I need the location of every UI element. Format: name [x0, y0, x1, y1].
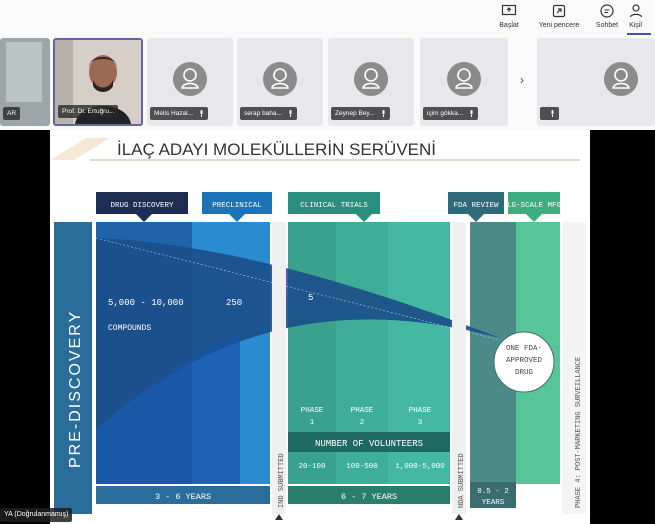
participant-name	[540, 107, 559, 120]
volunteers-label: NUMBER OF VOLUNTEERS	[315, 439, 423, 449]
next-participants-button[interactable]: ›	[512, 36, 532, 124]
new-window-button[interactable]: Yeni pencere	[534, 2, 584, 34]
new-window-label: Yeni pencere	[538, 22, 580, 29]
years-2-label: 6 - 7 YEARS	[341, 492, 397, 502]
person-icon	[362, 68, 380, 89]
video-background	[6, 42, 42, 102]
mic-muted-icon	[200, 109, 203, 117]
participant-tile[interactable]: AR	[0, 38, 50, 126]
participant-name: Zeynep Bey...	[331, 107, 390, 120]
volunteers-phase1: 20-100	[298, 463, 326, 471]
years-3-line-2: YEARS	[482, 499, 505, 507]
compounds-label: COMPOUNDS	[108, 324, 151, 333]
shared-screen: İLAÇ ADAYI MOLEKÜLLERİN SERÜVENİ PRE-DIS…	[0, 130, 655, 524]
drug-pipeline-infographic: İLAÇ ADAYI MOLEKÜLLERİN SERÜVENİ PRE-DIS…	[50, 130, 590, 524]
mic-muted-icon	[470, 109, 473, 117]
person-icon	[612, 68, 630, 89]
mic-muted-icon	[382, 109, 385, 117]
avatar	[447, 62, 481, 96]
approved-line-2: APPROVED	[506, 357, 543, 365]
presentation-slide: İLAÇ ADAYI MOLEKÜLLERİN SERÜVENİ PRE-DIS…	[50, 130, 590, 524]
participant-tile[interactable]: serap baha...	[237, 38, 323, 126]
people-icon	[629, 4, 642, 18]
phase2-label: PHASE	[351, 407, 374, 415]
people-label: Kişil	[629, 22, 642, 29]
mic-muted-icon	[289, 109, 292, 117]
participant-name: içim gökka...	[423, 107, 479, 120]
participant-tile[interactable]	[537, 38, 655, 126]
new-window-icon	[552, 4, 566, 18]
phase2-number: 2	[360, 419, 365, 427]
person-icon	[181, 68, 199, 89]
years-1-label: 3 - 6 YEARS	[155, 492, 211, 502]
participant-tile[interactable]: Zeynep Bey...	[328, 38, 414, 126]
years-3-line-1: 0.5 - 2	[477, 488, 509, 496]
preclinical-count: 250	[226, 298, 242, 308]
fda-review-label: FDA REVIEW	[453, 202, 499, 210]
clinical-trials-label: CLINICAL TRIALS	[300, 202, 368, 210]
participant-tile[interactable]: içim gökka...	[420, 38, 508, 126]
participant-name: Melis Hazal...	[150, 107, 209, 120]
clinical-count: 5	[308, 293, 313, 303]
mic-muted-icon	[551, 109, 554, 117]
presenter-name-caption: YA (Doğrulanmamış)	[0, 508, 73, 522]
person-icon	[271, 68, 289, 89]
meeting-toolbar: Başlat Yeni pencere Sohbet Kişil	[0, 0, 655, 36]
ind-submitted-label: IND SUBMITTED	[278, 453, 286, 508]
participant-tile-speaker[interactable]: Prof. Dr. Ertuğru...	[53, 38, 143, 126]
screen-share-icon	[501, 4, 517, 16]
drug-discovery-label: DRUG DISCOVERY	[110, 202, 174, 210]
slide-title: İLAÇ ADAYI MOLEKÜLLERİN SERÜVENİ	[117, 140, 436, 159]
phase4-label: PHASE 4: POST-MARKETING SURVEILLANCE	[575, 357, 583, 508]
active-tab-indicator	[627, 33, 651, 35]
lg-scale-label: LG-SCALE MFG	[507, 202, 562, 210]
compounds-count: 5,000 - 10,000	[108, 298, 184, 308]
avatar	[604, 62, 638, 96]
avatar	[263, 62, 297, 96]
avatar	[173, 62, 207, 96]
participant-name: AR	[3, 107, 21, 120]
teams-meeting-window: Başlat Yeni pencere Sohbet Kişil AR Prof…	[0, 0, 655, 524]
participant-name: Prof. Dr. Ertuğru...	[58, 105, 119, 118]
phase1-number: 1	[310, 419, 315, 427]
approved-line-3: DRUG	[515, 369, 534, 377]
person-icon	[455, 68, 473, 89]
volunteers-phase2: 100-500	[346, 463, 378, 471]
participant-tile[interactable]: Melis Hazal...	[147, 38, 233, 126]
chat-icon	[600, 4, 614, 18]
start-button[interactable]: Başlat	[484, 2, 534, 34]
approved-line-1: ONE FDA-	[506, 345, 542, 353]
chevron-right-icon: ›	[520, 73, 524, 87]
phase1-label: PHASE	[301, 407, 324, 415]
phase3-number: 3	[418, 419, 423, 427]
participant-strip: AR Prof. Dr. Ertuğru... Melis Hazal... s…	[0, 36, 655, 130]
people-button[interactable]: Kişil	[616, 2, 655, 34]
phase3-label: PHASE	[409, 407, 432, 415]
volunteers-phase3: 1,000-5,000	[395, 463, 445, 471]
start-label: Başlat	[499, 22, 519, 29]
preclinical-label: PRECLINICAL	[212, 202, 262, 210]
nda-submitted-label: NDA SUBMITTED	[458, 453, 466, 508]
avatar	[354, 62, 388, 96]
participant-name: serap baha...	[240, 107, 297, 120]
pre-discovery-label: PRE-DISCOVERY	[67, 310, 84, 468]
